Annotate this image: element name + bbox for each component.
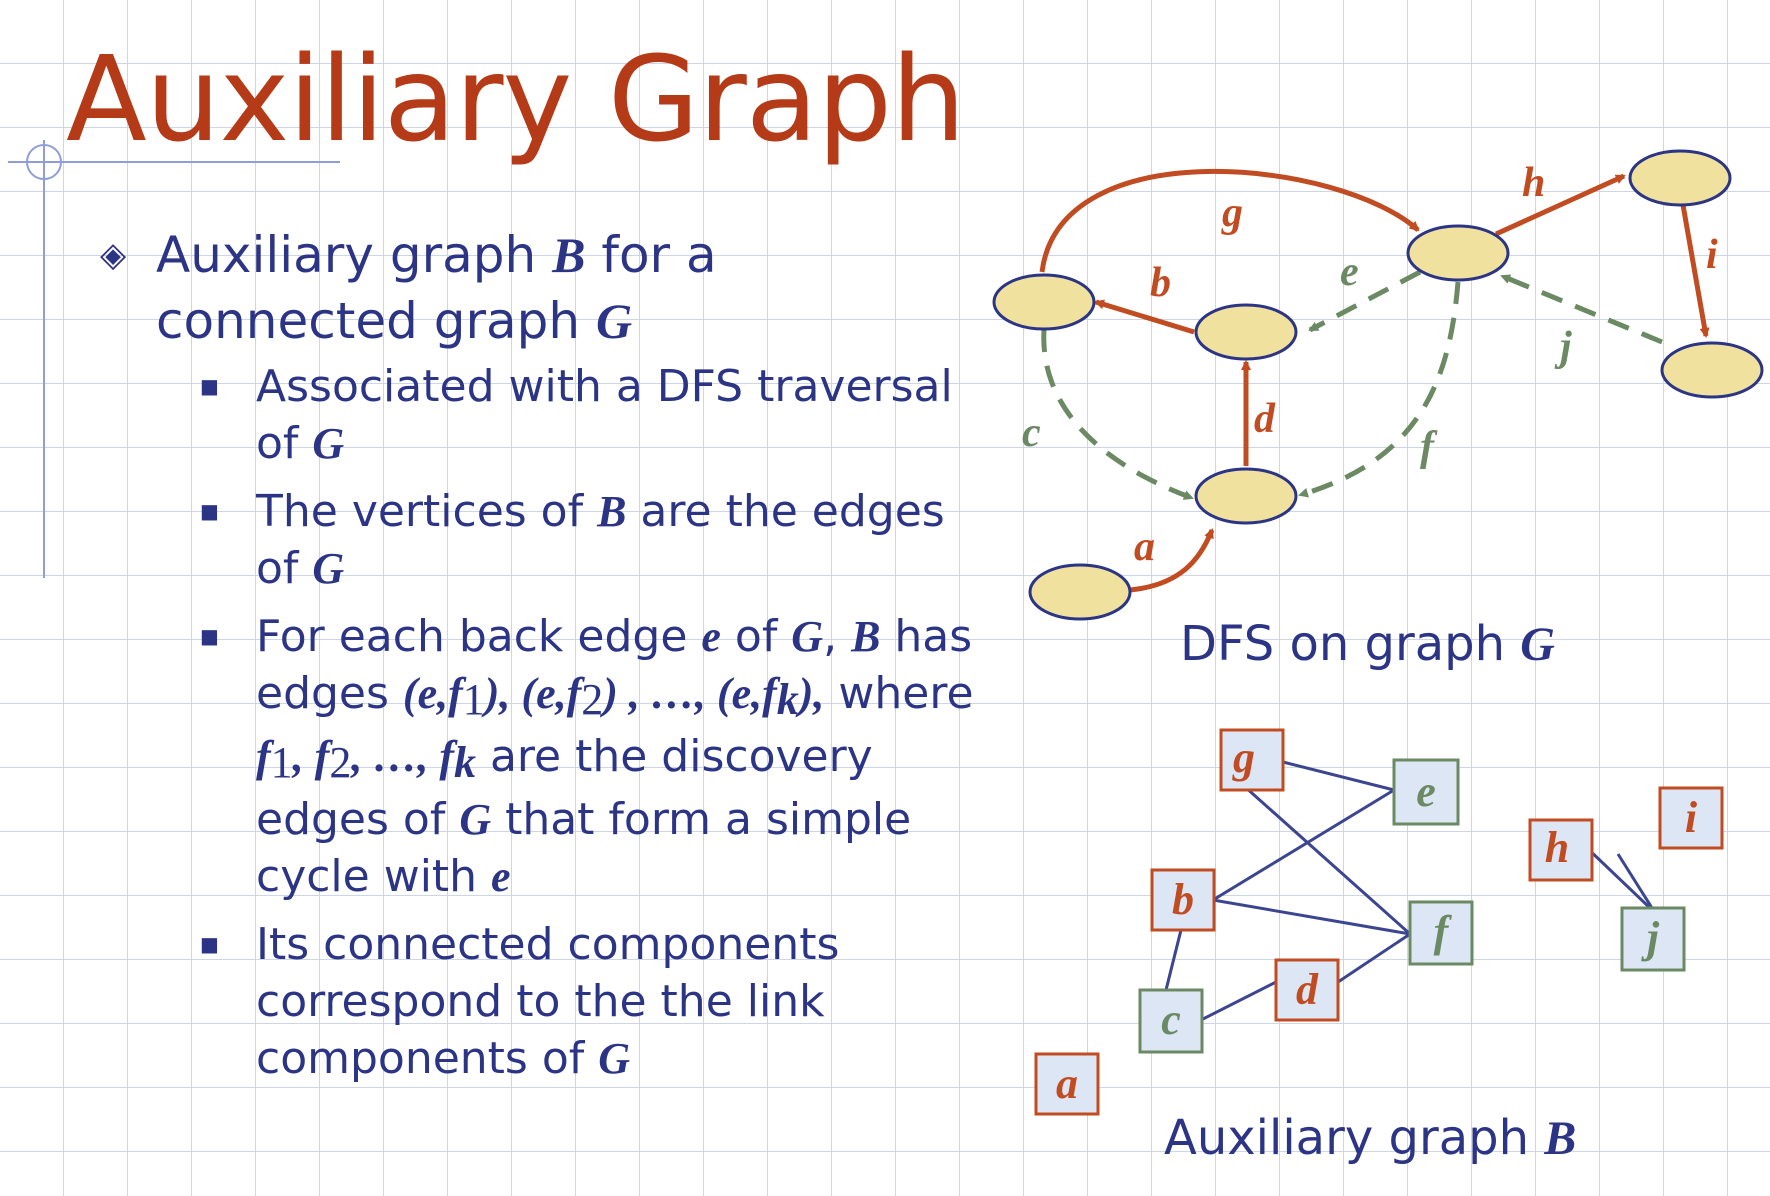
vertex	[992, 273, 1096, 331]
edge-e	[1308, 269, 1422, 333]
aux-edge	[1212, 788, 1395, 902]
vertex	[1194, 303, 1298, 361]
svg-text:a: a	[1056, 1059, 1078, 1108]
vertex	[1406, 224, 1510, 282]
edge-c	[1041, 329, 1194, 501]
svg-text:g: g	[1232, 733, 1255, 782]
edge-f	[1298, 281, 1461, 498]
edge-label-j: j	[1554, 324, 1572, 370]
edge-label-h: h	[1522, 160, 1545, 206]
edge-label-b: b	[1150, 260, 1171, 306]
aux-edge	[1164, 929, 1183, 991]
vertex	[1028, 563, 1132, 621]
edge-label-f: f	[1420, 424, 1438, 470]
svg-text:h: h	[1545, 823, 1569, 872]
aux-edge	[1274, 758, 1395, 792]
aux-node-d: d	[1274, 958, 1340, 1022]
edge-j	[1500, 273, 1663, 345]
edge-label-i: i	[1706, 232, 1718, 278]
edge-h	[1494, 173, 1626, 237]
vertex	[1660, 341, 1764, 399]
aux-node-b: b	[1150, 868, 1216, 932]
aux-caption: Auxiliary graph B	[1164, 1110, 1577, 1166]
svg-text:d: d	[1296, 965, 1319, 1014]
edge-label-c: c	[1022, 410, 1041, 456]
aux-node-c: c	[1138, 988, 1204, 1054]
aux-node-h: h	[1528, 818, 1594, 882]
auxiliary-graph: g e b f d c a h i j	[1034, 728, 1724, 1116]
aux-node-g: g	[1219, 728, 1285, 792]
dfs-graph: g b e h i j d c f a	[992, 149, 1764, 621]
edge-label-g: g	[1221, 190, 1243, 236]
aux-edge	[1334, 932, 1411, 986]
graph-figures: g b e h i j d c f a g e b f d c a h i j	[992, 149, 1764, 1116]
edge-b	[1094, 299, 1195, 335]
aux-edge	[1212, 898, 1411, 936]
svg-text:c: c	[1161, 995, 1181, 1044]
vertex	[1194, 467, 1298, 525]
edge-label-a: a	[1134, 524, 1155, 570]
dfs-caption: DFS on graph G	[1180, 616, 1555, 672]
aux-node-a: a	[1034, 1052, 1100, 1116]
aux-edge	[1243, 784, 1411, 936]
svg-text:e: e	[1416, 767, 1436, 816]
aux-edge	[1200, 980, 1277, 1022]
edge-label-e: e	[1340, 249, 1359, 295]
aux-node-e: e	[1392, 758, 1460, 826]
aux-node-j: j	[1620, 906, 1686, 972]
edge-i	[1680, 204, 1710, 338]
vertex	[1628, 149, 1732, 207]
aux-node-i: i	[1658, 786, 1724, 850]
svg-text:b: b	[1172, 875, 1194, 924]
aux-node-f: f	[1408, 900, 1474, 966]
edge-label-d: d	[1254, 396, 1276, 442]
svg-text:i: i	[1685, 793, 1698, 842]
